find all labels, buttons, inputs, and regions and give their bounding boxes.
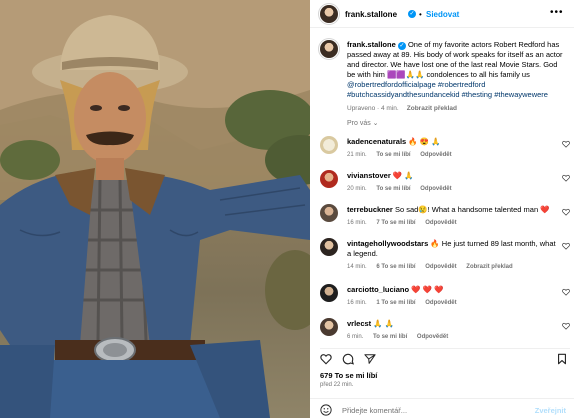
comment-text: So sad😢! What a handsome talented man ❤️ bbox=[394, 205, 550, 214]
commenter-avatar[interactable] bbox=[320, 170, 338, 188]
comment-time: 21 min. bbox=[347, 152, 367, 158]
for-you-section-label[interactable]: Pro vás ⌄ bbox=[347, 119, 379, 127]
post-photo[interactable] bbox=[0, 0, 310, 418]
comment-likes[interactable]: To se mi líbí bbox=[376, 152, 410, 158]
commenter-username[interactable]: kadencenaturals bbox=[347, 137, 406, 146]
reply-button[interactable]: Odpovědět bbox=[420, 152, 451, 158]
commenter-username[interactable]: vrlecst bbox=[347, 319, 371, 328]
comment-composer: Přidejte komentář... Zveřejnit bbox=[310, 398, 574, 418]
post-header: frank.stallone ✓ • Siedovat ••• bbox=[310, 0, 574, 28]
post-caption: frank.stallone ✓ One of my favorite acto… bbox=[347, 40, 567, 114]
comment-time: 6 min. bbox=[347, 334, 364, 340]
commenter-username[interactable]: terrebuckner bbox=[347, 205, 393, 214]
caption-avatar[interactable] bbox=[320, 40, 338, 58]
post-comment-button[interactable]: Zveřejnit bbox=[535, 406, 566, 415]
like-comment-heart-icon[interactable] bbox=[562, 288, 570, 296]
commenter-username[interactable]: vintagehollywoodstars bbox=[347, 239, 428, 248]
post-timestamp: před 22 min. bbox=[320, 382, 354, 388]
post-like-count[interactable]: 679 To se mi líbí bbox=[320, 371, 377, 380]
reply-button[interactable]: Odpovědět bbox=[420, 186, 451, 192]
follow-button[interactable]: Siedovat bbox=[426, 10, 459, 19]
verified-badge-icon: ✓ bbox=[408, 10, 416, 18]
author-username[interactable]: frank.stallone bbox=[345, 10, 397, 19]
comment-bubble-icon[interactable] bbox=[342, 353, 354, 365]
comment-time: 16 min. bbox=[347, 300, 367, 306]
commenter-avatar[interactable] bbox=[320, 284, 338, 302]
comment-text: 🔥 😍 🙏 bbox=[408, 137, 441, 146]
post-detail-panel: frank.stallone ✓ • Siedovat ••• frank.st… bbox=[310, 0, 574, 418]
author-avatar[interactable] bbox=[320, 5, 338, 23]
comment-time: 14 min. bbox=[347, 264, 367, 270]
see-translation-link[interactable]: Zobrazit překlad bbox=[466, 264, 512, 270]
comment-time: 20 min. bbox=[347, 186, 367, 192]
share-send-icon[interactable] bbox=[364, 353, 376, 365]
like-comment-heart-icon[interactable] bbox=[562, 174, 570, 182]
see-translation-link[interactable]: Zobrazit překlad bbox=[407, 105, 457, 112]
comment-likes[interactable]: To se mi líbí bbox=[373, 334, 407, 340]
more-options-button[interactable]: ••• bbox=[550, 7, 564, 18]
comment-text: ❤️ ❤️ ❤️ bbox=[411, 285, 444, 294]
comment-text: ❤️ 🙏 bbox=[392, 171, 414, 180]
robert-redford-photo bbox=[0, 0, 310, 418]
separator-dot: • bbox=[419, 10, 422, 19]
commenter-username[interactable]: carciotto_luciano bbox=[347, 285, 409, 294]
commenter-avatar[interactable] bbox=[320, 204, 338, 222]
commenter-username[interactable]: vivianstover bbox=[347, 171, 391, 180]
like-comment-heart-icon[interactable] bbox=[562, 140, 570, 148]
reply-button[interactable]: Odpovědět bbox=[425, 300, 456, 306]
comment-time: 16 min. bbox=[347, 220, 367, 226]
reply-button[interactable]: Odpovědět bbox=[417, 334, 448, 340]
save-bookmark-icon[interactable] bbox=[556, 353, 568, 365]
post-actions-bar bbox=[320, 348, 570, 365]
comment-likes[interactable]: 1 To se mi líbí bbox=[376, 300, 415, 306]
reply-button[interactable]: Odpovědět bbox=[425, 220, 456, 226]
commenter-avatar[interactable] bbox=[320, 238, 338, 256]
like-comment-heart-icon[interactable] bbox=[562, 208, 570, 216]
like-comment-heart-icon[interactable] bbox=[562, 242, 570, 250]
reply-button[interactable]: Odpovědět bbox=[425, 264, 456, 270]
comment-text: 🙏 🙏 bbox=[373, 319, 395, 328]
emoji-picker-icon[interactable] bbox=[320, 404, 332, 416]
caption-username[interactable]: frank.stallone bbox=[347, 40, 396, 49]
comment-likes[interactable]: To se mi líbí bbox=[376, 186, 410, 192]
verified-badge-icon: ✓ bbox=[397, 42, 406, 50]
like-heart-icon[interactable] bbox=[320, 353, 332, 365]
comment-likes[interactable]: 7 To se mi líbí bbox=[376, 220, 415, 226]
comment-input[interactable]: Přidejte komentář... bbox=[342, 406, 407, 415]
caption-hashtags[interactable]: @robertredfordofficialpage #robertredfor… bbox=[347, 80, 548, 99]
caption-edited-meta: Upraveno · 4 min. bbox=[347, 105, 399, 112]
commenter-avatar[interactable] bbox=[320, 136, 338, 154]
comment-likes[interactable]: 6 To se mi líbí bbox=[376, 264, 415, 270]
commenter-avatar[interactable] bbox=[320, 318, 338, 336]
like-comment-heart-icon[interactable] bbox=[562, 322, 570, 330]
